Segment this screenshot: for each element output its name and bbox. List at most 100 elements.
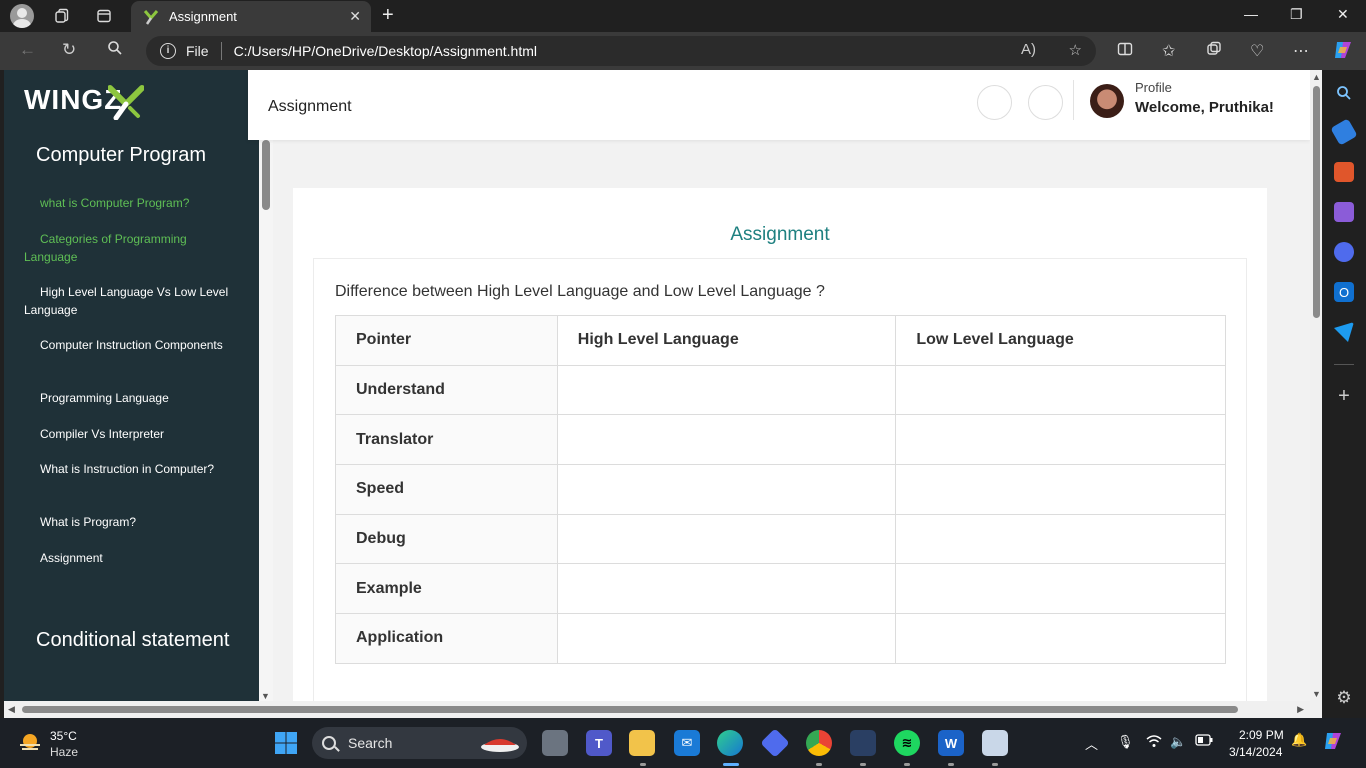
refresh-icon[interactable]: ↻: [62, 40, 76, 60]
wingz-logo-mark-icon: [108, 85, 144, 120]
windows-taskbar: 35°C Haze Search T ✉ ≋ W ︿ 🎙 🔈 2:09 PM 3…: [0, 718, 1366, 768]
table-cell[interactable]: [556, 414, 897, 466]
scroll-up-arrow-icon[interactable]: ▲: [1312, 72, 1321, 82]
more-menu-icon[interactable]: ⋯: [1293, 41, 1309, 61]
close-window-icon[interactable]: ✕: [1337, 6, 1349, 23]
sidebar-item-what-is-instruction[interactable]: What is Instruction in Computer?: [24, 461, 239, 479]
table-cell[interactable]: [895, 613, 1226, 664]
file-explorer-icon[interactable]: [629, 730, 655, 756]
scroll-down-arrow-icon[interactable]: ▼: [1312, 689, 1321, 699]
page-vertical-scrollbar[interactable]: ▲ ▼: [1310, 70, 1322, 701]
show-hidden-icons-chevron-icon[interactable]: ︿: [1085, 734, 1098, 753]
workspaces-icon[interactable]: [51, 5, 73, 27]
add-icon[interactable]: +: [1334, 385, 1354, 407]
page-vertical-scrollbar-thumb[interactable]: [1313, 86, 1320, 318]
table-cell[interactable]: [895, 464, 1226, 515]
battery-icon[interactable]: [1195, 734, 1213, 749]
settings-gear-icon[interactable]: ⚙: [1334, 688, 1354, 708]
spotify-icon[interactable]: ≋: [894, 730, 920, 756]
sidebar-item-high-vs-low-level-language[interactable]: High Level Language Vs Low Level Languag…: [24, 284, 239, 320]
scroll-down-arrow-icon[interactable]: ▼: [261, 691, 270, 701]
browser-tab-active[interactable]: Assignment ✕: [131, 1, 371, 32]
page-horizontal-scrollbar-thumb[interactable]: [22, 706, 1238, 713]
back-icon[interactable]: ←: [19, 40, 36, 60]
mail-icon[interactable]: ✉: [674, 730, 700, 756]
outlook-icon[interactable]: O: [1334, 282, 1354, 302]
avatar[interactable]: [1090, 84, 1124, 118]
notepad-icon[interactable]: [982, 730, 1008, 756]
wifi-icon[interactable]: [1146, 734, 1162, 751]
running-app-indicator: [992, 763, 998, 766]
table-cell[interactable]: [556, 513, 897, 565]
read-aloud-icon[interactable]: A): [1021, 41, 1036, 58]
new-tab-icon[interactable]: +: [382, 4, 394, 27]
rail-separator: [1334, 364, 1354, 365]
sidebar-scrollbar-thumb[interactable]: [262, 140, 270, 210]
minimize-icon[interactable]: —: [1244, 6, 1258, 22]
sidebar-scrollbar[interactable]: ▼: [259, 70, 273, 701]
copilot-preview-icon[interactable]: [1322, 730, 1344, 755]
collections-icon[interactable]: [1206, 41, 1222, 62]
notification-bell-icon[interactable]: 🔔: [1291, 732, 1307, 748]
table-row-label: Debug: [335, 513, 558, 565]
sidebar-item-programming-language[interactable]: Programming Language: [24, 390, 239, 408]
edge-icon[interactable]: [717, 730, 743, 756]
clock-time[interactable]: 2:09 PM: [1239, 728, 1284, 742]
split-screen-icon[interactable]: [1117, 41, 1133, 62]
microphone-icon[interactable]: 🎙: [1117, 734, 1134, 750]
copilot-sidebar-icon[interactable]: [1334, 242, 1354, 262]
send-icon[interactable]: [1334, 322, 1354, 342]
favorites-icon[interactable]: ✩: [1162, 41, 1175, 61]
restore-icon[interactable]: ❐: [1290, 6, 1303, 23]
header-action-button-2[interactable]: [1028, 85, 1063, 120]
header-action-button-1[interactable]: [977, 85, 1012, 120]
address-bar[interactable]: i File C:/Users/HP/OneDrive/Desktop/Assi…: [146, 36, 1096, 66]
task-view-icon[interactable]: [542, 730, 568, 756]
webex-icon[interactable]: W: [938, 730, 964, 756]
scroll-right-arrow-icon[interactable]: ▶: [1297, 704, 1304, 715]
table-cell[interactable]: [556, 464, 897, 515]
page-horizontal-scrollbar[interactable]: ◀ ▶: [4, 701, 1322, 718]
sidebar-item-computer-instruction-components[interactable]: Computer Instruction Components: [24, 337, 239, 355]
shopping-tag-icon[interactable]: [1330, 118, 1358, 146]
sidebar-item-categories-of-programming-language[interactable]: Categories of Programming Language: [24, 231, 239, 267]
sidebar-section-computer-program[interactable]: Computer Program: [24, 140, 244, 169]
sidebar-item-what-is-computer-program[interactable]: what is Computer Program?: [24, 195, 239, 213]
scroll-left-arrow-icon[interactable]: ◀: [8, 704, 15, 715]
table-cell[interactable]: [556, 364, 897, 416]
browser-profile-icon[interactable]: [10, 4, 34, 28]
teams-icon[interactable]: T: [586, 730, 612, 756]
table-cell[interactable]: [895, 513, 1226, 565]
windows-start-icon[interactable]: [273, 730, 299, 756]
haze-sun-icon[interactable]: [18, 732, 42, 754]
favorite-star-icon[interactable]: ☆: [1069, 41, 1082, 59]
taskbar-search[interactable]: Search: [312, 727, 527, 759]
table-cell[interactable]: [556, 563, 897, 615]
sidebar-item-what-is-program[interactable]: What is Program?: [24, 514, 239, 532]
search-icon[interactable]: [107, 40, 123, 61]
chrome-icon[interactable]: [806, 730, 832, 756]
tab-close-icon[interactable]: ✕: [349, 8, 361, 25]
assignment-card: Assignment Difference between High Level…: [293, 188, 1267, 718]
search-icon[interactable]: [1334, 83, 1354, 103]
clock-date[interactable]: 3/14/2024: [1229, 745, 1282, 759]
url-text[interactable]: C:/Users/HP/OneDrive/Desktop/Assignment.…: [234, 43, 537, 59]
table-cell[interactable]: [895, 414, 1226, 466]
profile-welcome[interactable]: Welcome, Pruthika!: [1135, 99, 1282, 116]
games-icon[interactable]: [1334, 202, 1354, 222]
volume-icon[interactable]: 🔈: [1170, 734, 1186, 750]
sidebar-section-conditional-statement[interactable]: Conditional statement: [24, 625, 244, 654]
tab-actions-icon[interactable]: [93, 5, 115, 27]
table-row: Speed: [335, 464, 1226, 515]
copilot-icon[interactable]: [1332, 39, 1354, 66]
table-cell[interactable]: [556, 613, 897, 664]
mysql-workbench-icon[interactable]: [850, 730, 876, 756]
table-cell[interactable]: [895, 364, 1226, 416]
site-info-icon[interactable]: i: [160, 43, 176, 59]
browser-essentials-icon[interactable]: ♡: [1250, 41, 1264, 61]
table-cell[interactable]: [895, 563, 1226, 615]
sidebar-item-assignment[interactable]: Assignment: [24, 550, 239, 568]
tools-briefcase-icon[interactable]: [1334, 162, 1354, 182]
copilot-taskbar-icon[interactable]: [760, 728, 790, 758]
sidebar-item-compiler-vs-interpreter[interactable]: Compiler Vs Interpreter: [24, 426, 239, 444]
